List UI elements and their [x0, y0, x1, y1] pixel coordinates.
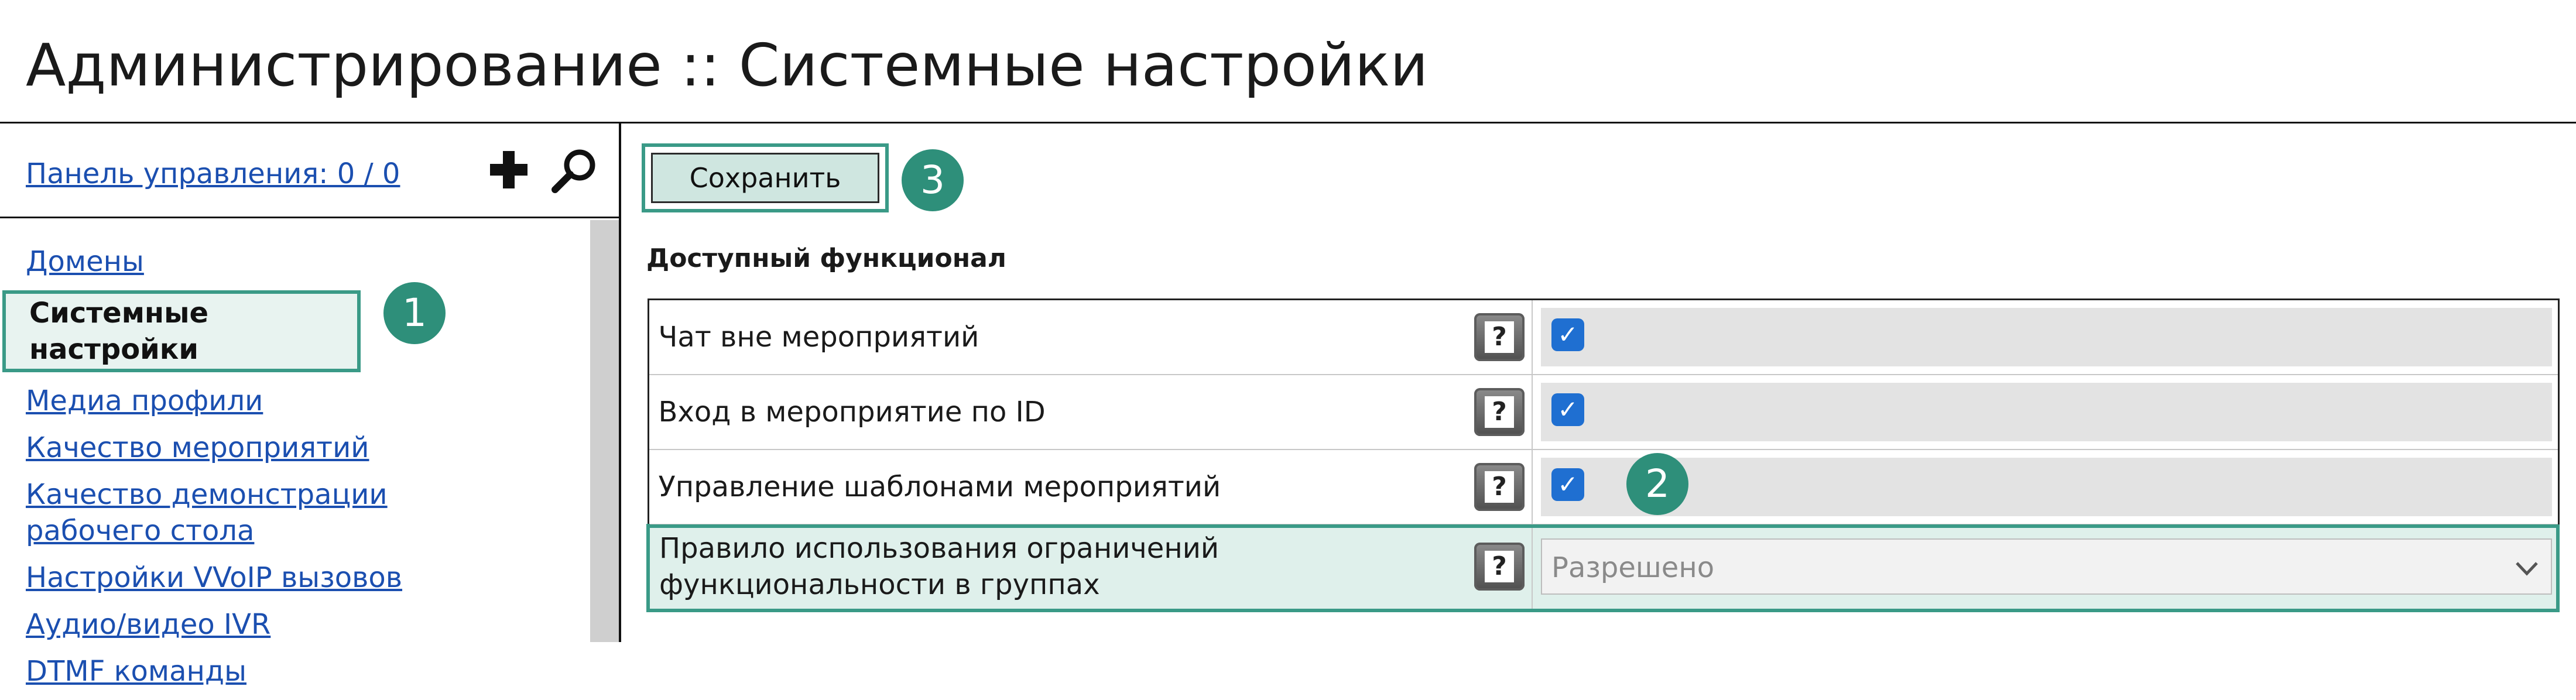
- sidebar-nav: Домены Системные настройки Медиа профили…: [0, 243, 527, 700]
- setting-label: Чат вне мероприятий: [658, 320, 979, 354]
- chat-outside-events-checkbox[interactable]: ✓: [1551, 318, 1584, 351]
- help-icon[interactable]: ?: [1474, 387, 1525, 436]
- join-by-id-checkbox[interactable]: ✓: [1551, 393, 1584, 426]
- sidebar-divider: [619, 123, 621, 642]
- setting-label: Вход в мероприятие по ID: [648, 373, 1467, 449]
- sidebar-item-event-quality[interactable]: Качество мероприятий: [0, 430, 527, 466]
- sidebar-item-dtmf-commands[interactable]: DTMF команды: [0, 653, 527, 689]
- setting-label-line1: Правило использования ограничений: [659, 532, 1220, 565]
- search-icon[interactable]: [550, 146, 598, 194]
- select-value: Разрешено: [1551, 551, 1715, 585]
- setting-label: Управление шаблонами мероприятий: [648, 448, 1467, 524]
- section-title: Доступный функционал: [646, 243, 1007, 273]
- sidebar-item-system-settings[interactable]: Системные настройки: [2, 290, 361, 372]
- help-icon[interactable]: ?: [1474, 313, 1525, 361]
- save-button-highlight: Сохранить: [642, 143, 889, 212]
- callout-badge-2: 2: [1626, 453, 1688, 515]
- setting-row: Вход в мероприятие по ID ? ✓: [648, 373, 2559, 449]
- setting-row: Управление шаблонами мероприятий ? ✓: [648, 448, 2559, 524]
- setting-row-highlighted: Правило использования ограничений функци…: [646, 523, 2559, 610]
- save-button[interactable]: Сохранить: [651, 153, 879, 203]
- control-panel-link[interactable]: Панель управления: 0 / 0: [26, 153, 400, 194]
- setting-value-area: ✓: [1541, 382, 2552, 441]
- setting-label-line2: функциональности в группах: [659, 568, 1100, 602]
- callout-badge-1: 1: [383, 282, 446, 344]
- help-icon[interactable]: ?: [1474, 462, 1525, 511]
- plus-icon[interactable]: [488, 149, 530, 191]
- sidebar-panel-divider: [0, 217, 619, 218]
- sidebar-scrollbar[interactable]: [590, 220, 619, 642]
- setting-row: Чат вне мероприятий ? ✓: [648, 299, 2559, 375]
- help-icon[interactable]: ?: [1474, 543, 1525, 591]
- sidebar-item-domains[interactable]: Домены: [0, 243, 527, 280]
- sidebar-item-media-profiles[interactable]: Медиа профили: [0, 383, 527, 419]
- sidebar-item-desktop-sharing-quality[interactable]: Качество демонстрации рабочего стола: [0, 476, 518, 549]
- page-title: Администрирование :: Системные настройки: [26, 31, 1429, 99]
- setting-value-area: ✓: [1541, 307, 2552, 366]
- header-divider: [0, 122, 2576, 123]
- chevron-down-icon: [2516, 562, 2538, 576]
- sidebar-item-av-ivr[interactable]: Аудио/видео IVR: [0, 606, 527, 643]
- template-management-checkbox[interactable]: ✓: [1551, 468, 1584, 501]
- settings-table: Чат вне мероприятий ? ✓ Вход в мероприят…: [646, 298, 2560, 610]
- setting-value-area: ✓: [1541, 457, 2552, 516]
- callout-badge-3: 3: [902, 149, 964, 211]
- sidebar-item-vvoip-settings[interactable]: Настройки VVoIP вызовов: [0, 560, 527, 596]
- setting-label: Правило использования ограничений функци…: [646, 523, 1467, 610]
- restriction-rule-select[interactable]: Разрешено: [1541, 538, 2552, 595]
